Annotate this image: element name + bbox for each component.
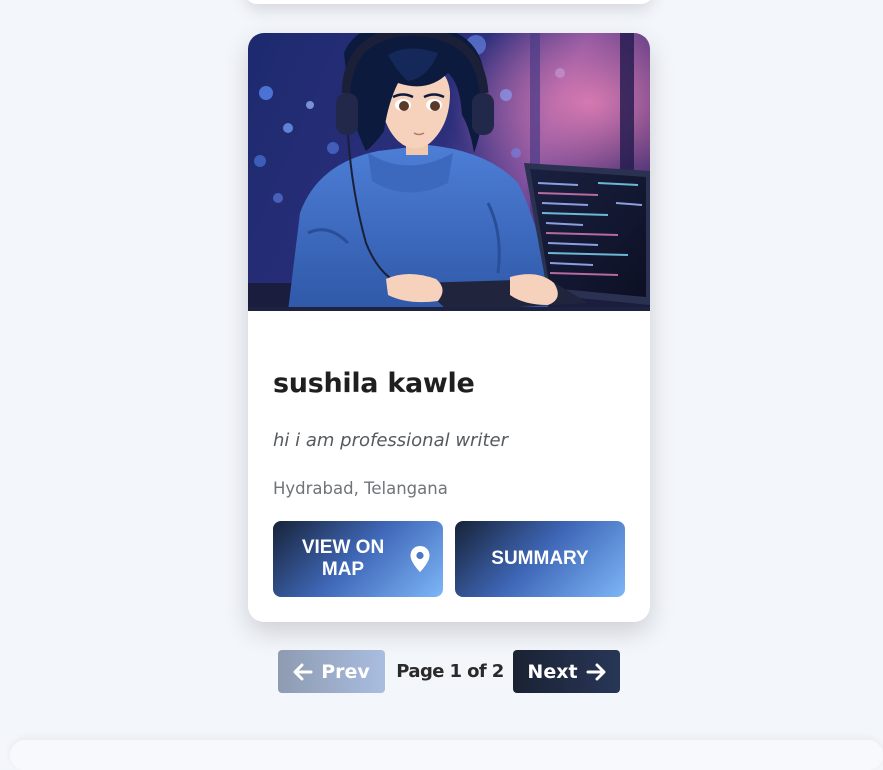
view-on-map-label: VIEW ON MAP (301, 537, 385, 580)
profile-name: sushila kawle (273, 368, 475, 399)
anime-coder-illustration (248, 33, 650, 311)
next-page-button[interactable]: Next (513, 650, 620, 693)
profile-card: sushila kawle hi i am professional write… (248, 33, 650, 622)
profile-bio: hi i am professional writer (273, 430, 508, 451)
summary-button[interactable]: SUMMARY (455, 521, 625, 597)
arrow-right-icon (586, 663, 606, 681)
prev-label: Prev (321, 660, 370, 683)
page-indicator: Page 1 of 2 (396, 661, 504, 682)
view-on-map-button[interactable]: VIEW ON MAP (273, 521, 443, 597)
pagination: Prev Page 1 of 2 Next (278, 650, 620, 693)
arrow-left-icon (293, 663, 313, 681)
prev-page-button[interactable]: Prev (278, 650, 385, 693)
next-label: Next (527, 660, 578, 683)
profile-image (248, 33, 650, 311)
next-section-top (10, 740, 883, 770)
map-pin-icon (409, 545, 431, 573)
previous-card-bottom (245, 0, 653, 4)
profile-location: Hydrabad, Telangana (273, 479, 448, 498)
